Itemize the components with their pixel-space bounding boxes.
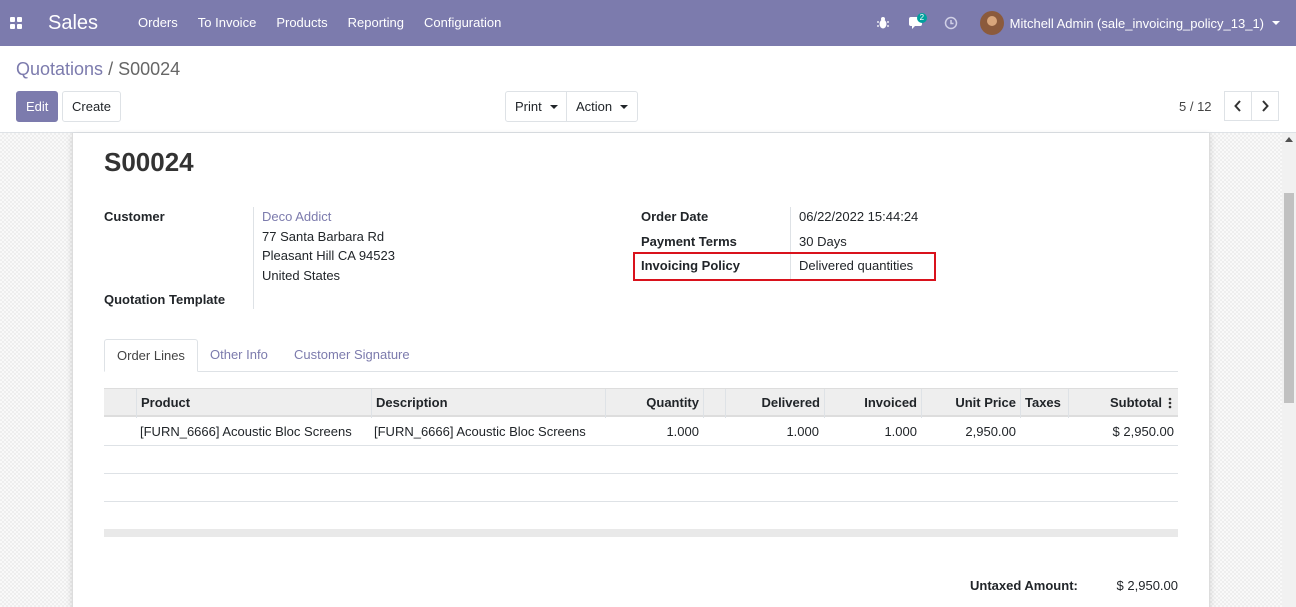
cell-invoiced: 1.000	[884, 424, 917, 439]
empty-row	[104, 474, 1178, 502]
payment-terms-label: Payment Terms	[641, 234, 737, 249]
customer-link[interactable]: Deco Addict	[262, 209, 331, 224]
page-title: S00024	[104, 147, 194, 177]
cell-description: [FURN_6666] Acoustic Bloc Screens	[374, 424, 586, 439]
cell-subtotal: $ 2,950.00	[1112, 424, 1174, 439]
customer-label: Customer	[104, 209, 165, 224]
systray: 2 Mitchell Admin (sale_invoicing_policy_…	[866, 0, 1296, 46]
tab-order-lines[interactable]: Order Lines	[104, 339, 198, 372]
user-menu[interactable]: Mitchell Admin (sale_invoicing_policy_13…	[968, 11, 1296, 35]
top-navbar: Sales Orders To Invoice Products Reporti…	[0, 0, 1296, 46]
th-product[interactable]: Product	[136, 389, 371, 418]
scroll-up-icon[interactable]	[1285, 137, 1293, 142]
action-button[interactable]: Action	[566, 91, 639, 122]
highlight-box	[633, 252, 936, 281]
field-divider	[253, 207, 254, 309]
address-line2: Pleasant Hill CA 94523	[262, 248, 395, 263]
edit-button[interactable]: Edit	[16, 91, 59, 122]
empty-row	[104, 502, 1178, 530]
chat-icon[interactable]: 2	[900, 0, 934, 46]
breadcrumb-separator: /	[108, 59, 114, 79]
scrollbar[interactable]	[1282, 133, 1296, 607]
breadcrumb-parent[interactable]: Quotations	[16, 59, 103, 79]
column-options-icon[interactable]	[1168, 397, 1172, 409]
th-subtotal[interactable]: Subtotal	[1068, 389, 1166, 418]
cell-quantity: 1.000	[666, 424, 699, 439]
table-header: Product Description Quantity Delivered I…	[104, 388, 1178, 418]
th-blank	[703, 389, 725, 418]
breadcrumb: Quotations / S00024	[16, 59, 180, 80]
chevron-down-icon	[620, 104, 629, 109]
th-quantity[interactable]: Quantity	[605, 389, 703, 418]
messages-badge: 2	[916, 13, 928, 23]
table-row[interactable]: [FURN_6666] Acoustic Bloc Screens [FURN_…	[104, 418, 1178, 446]
th-description[interactable]: Description	[371, 389, 605, 418]
untaxed-amount-label: Untaxed Amount:	[970, 578, 1078, 593]
table-footer	[104, 529, 1178, 537]
apps-menu-icon[interactable]	[0, 0, 32, 46]
clock-icon[interactable]	[934, 0, 968, 46]
create-button[interactable]: Create	[62, 91, 122, 122]
chevron-left-icon	[1234, 100, 1241, 112]
menu-reporting[interactable]: Reporting	[338, 0, 414, 46]
action-label: Action	[576, 99, 613, 114]
th-unit-price[interactable]: Unit Price	[921, 389, 1020, 418]
print-label: Print	[515, 99, 542, 114]
menu-orders[interactable]: Orders	[128, 0, 188, 46]
app-brand[interactable]: Sales	[48, 12, 98, 35]
pager-next-button[interactable]	[1251, 91, 1279, 121]
empty-row	[104, 446, 1178, 474]
menu-to-invoice[interactable]: To Invoice	[188, 0, 267, 46]
untaxed-amount-value: $ 2,950.00	[1116, 578, 1178, 593]
notebook-tabs: Order Lines Other Info Customer Signatur…	[104, 339, 1178, 372]
menu-configuration[interactable]: Configuration	[414, 0, 511, 46]
th-taxes[interactable]: Taxes	[1020, 389, 1068, 418]
payment-terms-value: 30 Days	[799, 234, 847, 249]
chevron-down-icon	[1272, 21, 1280, 25]
cell-unit-price: 2,950.00	[965, 424, 1016, 439]
order-date-label: Order Date	[641, 209, 709, 224]
order-date-value: 06/22/2022 15:44:24	[799, 209, 919, 224]
avatar	[979, 11, 1004, 35]
quotation-template-label: Quotation Template	[104, 292, 226, 307]
th-invoiced[interactable]: Invoiced	[824, 389, 921, 418]
address-line3: United States	[262, 268, 341, 283]
user-name: Mitchell Admin (sale_invoicing_policy_13…	[1009, 15, 1264, 31]
tab-other-info[interactable]: Other Info	[198, 339, 280, 372]
pager-previous-button[interactable]	[1224, 91, 1252, 121]
breadcrumb-current: S00024	[118, 59, 181, 79]
pager-counter[interactable]: 5 / 12	[1179, 99, 1212, 114]
address-line1: 77 Santa Barbara Rd	[262, 229, 385, 244]
control-panel: Quotations / S00024 Edit Create Print Ac…	[0, 46, 1296, 133]
cell-delivered: 1.000	[786, 424, 819, 439]
scrollbar-thumb[interactable]	[1284, 193, 1294, 403]
main-menu: Orders To Invoice Products Reporting Con…	[128, 0, 511, 46]
chevron-right-icon	[1262, 100, 1269, 112]
cell-product: [FURN_6666] Acoustic Bloc Screens	[140, 424, 352, 439]
bug-icon[interactable]	[866, 0, 900, 46]
th-delivered[interactable]: Delivered	[725, 389, 824, 418]
menu-products[interactable]: Products	[266, 0, 337, 46]
tab-customer-signature[interactable]: Customer Signature	[282, 339, 422, 372]
chevron-down-icon	[549, 104, 558, 109]
print-button[interactable]: Print	[505, 91, 568, 122]
